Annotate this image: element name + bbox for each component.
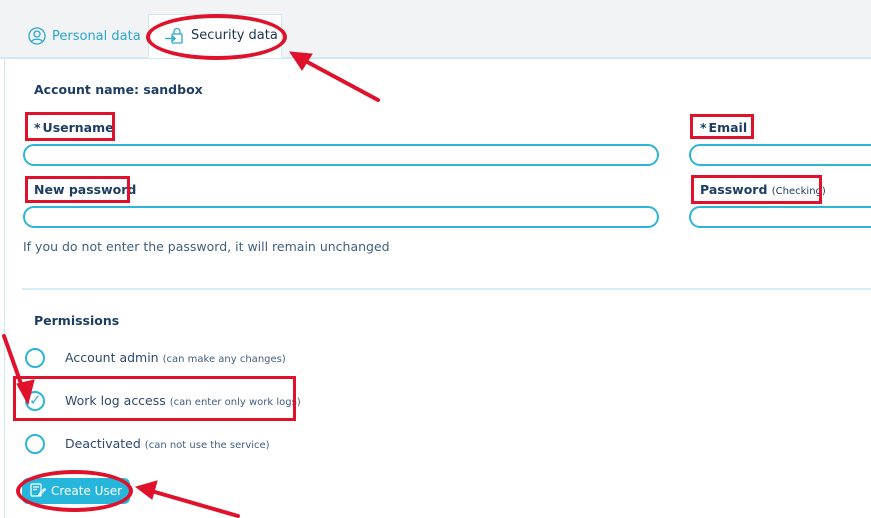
new-password-input[interactable]: [23, 206, 659, 228]
permission-note: (can make any changes): [162, 354, 286, 365]
username-label: * Username: [34, 120, 114, 135]
permission-note: (can not use the service): [144, 440, 270, 451]
permission-label: Work log access: [65, 393, 166, 408]
password-hint: If you do not enter the password, it wil…: [23, 239, 390, 254]
email-label-text: Email: [708, 120, 748, 135]
email-label: * Email: [700, 120, 747, 135]
permission-radio-account-admin[interactable]: [25, 348, 45, 368]
section-divider: [22, 288, 871, 290]
user-circle-icon: [28, 27, 46, 45]
password-check-input[interactable]: [689, 206, 871, 228]
required-marker: *: [700, 120, 707, 135]
create-user-button[interactable]: Create User: [22, 478, 130, 504]
permission-radio-deactivated[interactable]: [25, 434, 45, 454]
permission-radio-work-log-access[interactable]: ✓: [25, 391, 45, 411]
tab-security-label: Security data: [191, 28, 278, 43]
username-label-text: Username: [42, 120, 114, 135]
account-name: Account name: sandbox: [34, 82, 203, 97]
edit-icon: [30, 482, 47, 500]
tab-security-data[interactable]: Security data: [148, 14, 282, 58]
permission-option-work-log-access[interactable]: Work log access (can enter only work log…: [65, 393, 301, 408]
permission-note: (can enter only work logs): [169, 397, 301, 408]
create-user-label: Create User: [50, 484, 123, 498]
permission-label: Deactivated: [65, 436, 141, 451]
permission-option-deactivated[interactable]: Deactivated (can not use the service): [65, 436, 270, 451]
password-check-note: (Checking): [771, 186, 826, 197]
permission-label: Account admin: [65, 350, 159, 365]
password-check-label: Password (Checking): [700, 182, 826, 197]
permission-option-account-admin[interactable]: Account admin (can make any changes): [65, 350, 286, 365]
username-input[interactable]: [23, 144, 659, 166]
required-marker: *: [34, 120, 41, 135]
email-input[interactable]: [689, 144, 871, 166]
lock-login-icon: [165, 27, 185, 45]
permissions-title: Permissions: [34, 313, 120, 328]
password-check-label-text: Password: [700, 182, 768, 197]
new-password-label: New password: [34, 182, 137, 197]
checkmark-icon: ✓: [29, 391, 42, 409]
tab-personal-label: Personal data: [52, 28, 141, 44]
tab-personal-data[interactable]: Personal data: [28, 14, 141, 58]
